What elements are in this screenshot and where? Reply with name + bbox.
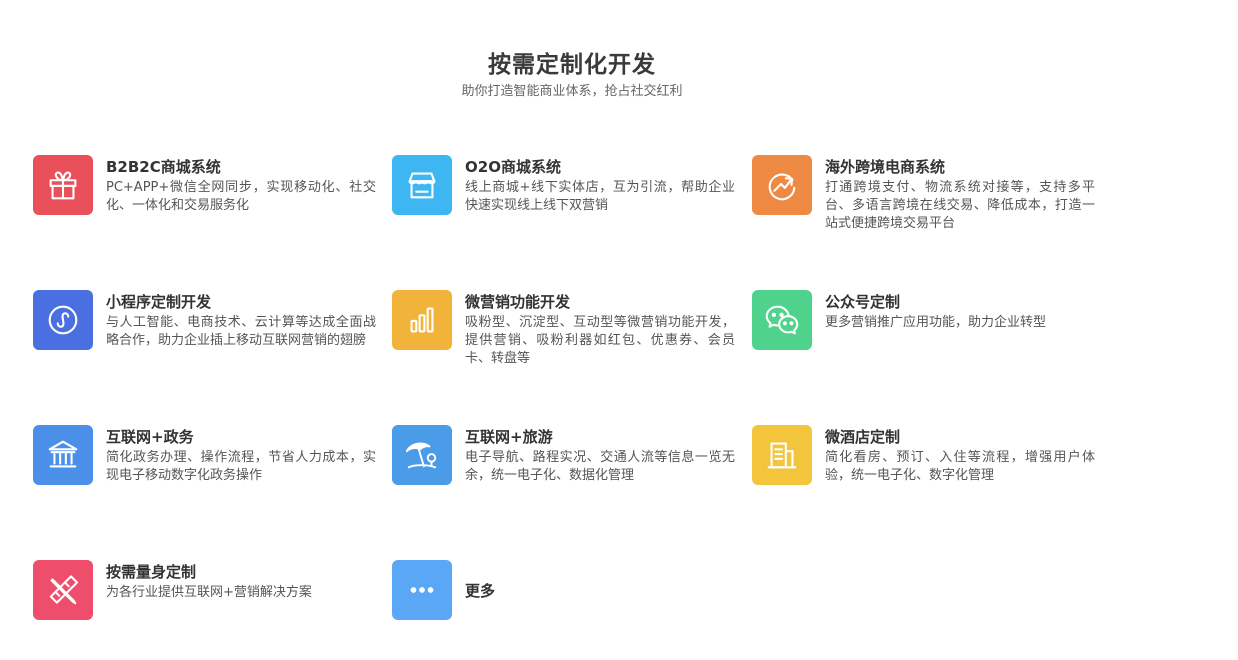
service-title: B2B2C商城系统 — [106, 158, 221, 176]
service-title: O2O商城系统 — [465, 158, 561, 176]
mini-program-icon — [33, 290, 93, 350]
gift-icon — [33, 155, 93, 215]
wechat-icon — [752, 290, 812, 350]
bar-chart-icon — [392, 290, 452, 350]
service-title: 微酒店定制 — [825, 428, 901, 446]
service-card-more[interactable]: 更多 — [392, 560, 732, 660]
service-card-hotel[interactable]: 微酒店定制 简化看房、预订、入住等流程，增强用户体验，统一电子化、数字化管理 — [752, 425, 1095, 525]
section-header: 按需定制化开发 助你打造智能商业体系，抢占社交红利 — [0, 50, 1144, 101]
service-description: 与人工智能、电商技术、云计算等达成全面战略合作，助力企业插上移动互联网营销的翅膀 — [106, 315, 376, 348]
service-title: 互联网+政务 — [106, 428, 194, 446]
pencil-ruler-icon — [33, 560, 93, 620]
service-card-micro-marketing[interactable]: 微营销功能开发 吸粉型、沉淀型、互动型等微营销功能开发，提供营销、吸粉利器如红包… — [392, 290, 735, 390]
service-description: 简化看房、预订、入住等流程，增强用户体验，统一电子化、数字化管理 — [825, 450, 1095, 483]
service-title: 公众号定制 — [825, 293, 901, 311]
service-title: 小程序定制开发 — [106, 293, 212, 311]
service-description: 线上商城+线下实体店，互为引流，帮助企业快速实现线上线下双营销 — [465, 180, 735, 213]
service-title: 海外跨境电商系统 — [825, 158, 946, 176]
service-card-mini-program[interactable]: 小程序定制开发 与人工智能、电商技术、云计算等达成全面战略合作，助力企业插上移动… — [33, 290, 376, 390]
trend-arrow-icon — [752, 155, 812, 215]
more-dots-icon — [392, 560, 452, 620]
service-description: 更多营销推广应用功能，助力企业转型 — [825, 315, 1047, 330]
service-description: 打通跨境支付、物流系统对接等，支持多平台、多语言跨境在线交易、降低成本，打造一站… — [825, 180, 1095, 231]
service-card-custom[interactable]: 按需量身定制 为各行业提供互联网+营销解决方案 — [33, 560, 373, 660]
beach-umbrella-icon — [392, 425, 452, 485]
service-title: 微营销功能开发 — [465, 293, 571, 311]
service-card-official-account[interactable]: 公众号定制 更多营销推广应用功能，助力企业转型 — [752, 290, 1092, 390]
service-card-government[interactable]: 互联网+政务 简化政务办理、操作流程，节省人力成本，实现电子移动数字化政务操作 — [33, 425, 376, 525]
storefront-icon — [392, 155, 452, 215]
service-title: 按需量身定制 — [106, 563, 197, 581]
page-title: 按需定制化开发 — [488, 52, 656, 78]
service-card-b2b2c[interactable]: B2B2C商城系统 PC+APP+微信全网同步，实现移动化、社交化、一体化和交易… — [33, 155, 376, 255]
hotel-building-icon — [752, 425, 812, 485]
service-description: 简化政务办理、操作流程，节省人力成本，实现电子移动数字化政务操作 — [106, 450, 376, 483]
service-description: PC+APP+微信全网同步，实现移动化、社交化、一体化和交易服务化 — [106, 180, 376, 213]
service-description: 为各行业提供互联网+营销解决方案 — [106, 585, 312, 600]
service-description: 吸粉型、沉淀型、互动型等微营销功能开发，提供营销、吸粉利器如红包、优惠券、会员卡… — [465, 315, 735, 366]
service-card-cross-border[interactable]: 海外跨境电商系统 打通跨境支付、物流系统对接等，支持多平台、多语言跨境在线交易、… — [752, 155, 1095, 255]
service-card-tourism[interactable]: 互联网+旅游 电子导航、路程实况、交通人流等信息一览无余，统一电子化、数据化管理 — [392, 425, 735, 525]
service-description: 电子导航、路程实况、交通人流等信息一览无余，统一电子化、数据化管理 — [465, 450, 735, 483]
more-label: 更多 — [465, 582, 496, 600]
page-subtitle: 助你打造智能商业体系，抢占社交红利 — [461, 84, 683, 99]
service-card-o2o[interactable]: O2O商城系统 线上商城+线下实体店，互为引流，帮助企业快速实现线上线下双营销 — [392, 155, 735, 255]
service-title: 互联网+旅游 — [465, 428, 553, 446]
government-building-icon — [33, 425, 93, 485]
